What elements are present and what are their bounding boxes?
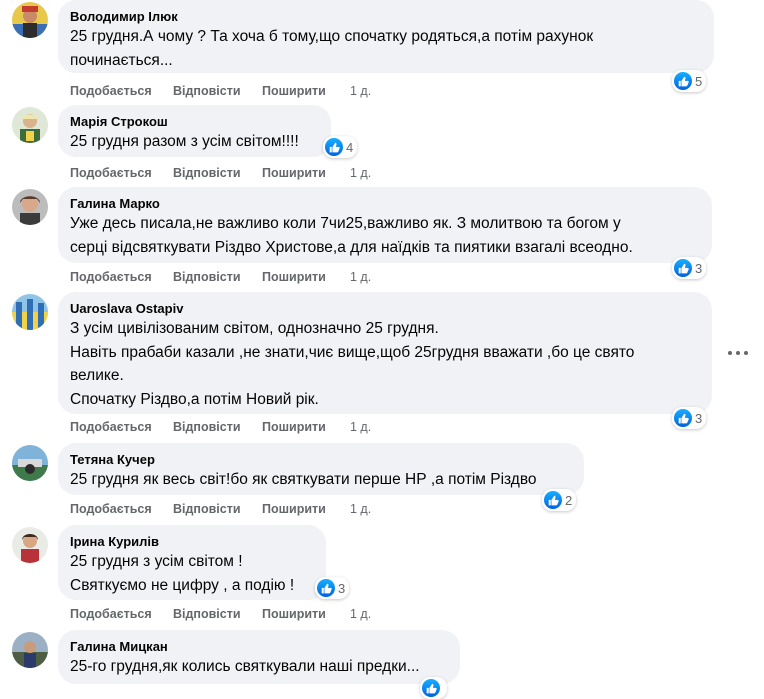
reply-button[interactable]: Відповісти — [173, 502, 262, 516]
comment-bubble: Тетяна Кучер 25 грудня як весь світ!бо я… — [58, 443, 584, 495]
comment-actions: Подобається Відповісти Поширити 1 д. — [70, 84, 371, 98]
comment-timestamp[interactable]: 1 д. — [350, 270, 371, 284]
comment-author[interactable]: Марія Строкош — [70, 113, 319, 130]
comment-text: 25 грудня з усім світом ! Святкуємо не ц… — [70, 553, 295, 594]
reply-button[interactable]: Відповісти — [173, 270, 262, 284]
avatar[interactable] — [12, 527, 48, 563]
comment-timestamp[interactable]: 1 д. — [350, 166, 371, 180]
reply-button[interactable]: Відповісти — [173, 607, 262, 621]
comment-author[interactable]: Володимир Ілюк — [70, 8, 702, 25]
share-button[interactable]: Поширити — [262, 607, 350, 621]
comment-bubble: Галина Мицкан 25-го грудня,як колись свя… — [58, 630, 460, 684]
comment-timestamp[interactable]: 1 д. — [350, 84, 371, 98]
comment-actions: Подобається Відповісти Поширити 1 д. — [70, 502, 371, 516]
reaction-count[interactable]: 4 — [323, 136, 358, 158]
like-button[interactable]: Подобається — [70, 84, 173, 98]
share-button[interactable]: Поширити — [262, 166, 350, 180]
avatar[interactable] — [12, 189, 48, 225]
like-reaction-icon — [674, 409, 692, 427]
like-reaction-icon — [422, 679, 440, 697]
reaction-count[interactable]: 3 — [672, 257, 707, 279]
comment-bubble: Марія Строкош 25 грудня разом з усім сві… — [58, 105, 331, 157]
like-reaction-icon — [325, 138, 343, 156]
avatar[interactable] — [12, 107, 48, 143]
like-button[interactable]: Подобається — [70, 607, 173, 621]
share-button[interactable]: Поширити — [262, 270, 350, 284]
comment-actions: Подобається Відповісти Поширити 1 д. — [70, 166, 371, 180]
comment-author[interactable]: Галина Марко — [70, 195, 700, 212]
comment-text: 25 грудня.А чому ? Та хоча б тому,що спо… — [70, 28, 594, 69]
like-reaction-icon — [317, 579, 335, 597]
like-button[interactable]: Подобається — [70, 166, 173, 180]
more-options-icon[interactable] — [728, 345, 748, 361]
comment-timestamp[interactable]: 1 д. — [350, 607, 371, 621]
comment-author[interactable]: Галина Мицкан — [70, 638, 448, 655]
share-button[interactable]: Поширити — [262, 420, 350, 434]
comment-text: 25 грудня разом з усім світом!!!! — [70, 133, 299, 150]
reaction-count[interactable]: 5 — [672, 70, 707, 92]
comment-text: 25 грудня як весь світ!бо як святкувати … — [70, 471, 537, 488]
share-button[interactable]: Поширити — [262, 84, 350, 98]
like-button[interactable]: Подобається — [70, 502, 173, 516]
reaction-count[interactable]: 3 — [315, 577, 350, 599]
comment-bubble: Ірина Курилів 25 грудня з усім світом ! … — [58, 525, 326, 600]
comment-bubble: Uaroslava Ostapiv З усім цивілізованим с… — [58, 292, 712, 414]
comment-author[interactable]: Тетяна Кучер — [70, 451, 572, 468]
comment-author[interactable]: Uaroslava Ostapiv — [70, 300, 700, 317]
like-reaction-icon — [544, 491, 562, 509]
comment-actions: Подобається Відповісти Поширити 1 д. — [70, 420, 371, 434]
comment-text: 25-го грудня,як колись святкували наші п… — [70, 658, 420, 675]
reaction-count[interactable] — [420, 677, 447, 699]
comment-actions: Подобається Відповісти Поширити 1 д. — [70, 607, 371, 621]
reply-button[interactable]: Відповісти — [173, 420, 262, 434]
avatar[interactable] — [12, 445, 48, 481]
comment-actions: Подобається Відповісти Поширити 1 д. — [70, 270, 371, 284]
avatar[interactable] — [12, 632, 48, 668]
like-reaction-icon — [674, 72, 692, 90]
reaction-count[interactable]: 3 — [672, 407, 707, 429]
reply-button[interactable]: Відповісти — [173, 166, 262, 180]
like-button[interactable]: Подобається — [70, 270, 173, 284]
comment-timestamp[interactable]: 1 д. — [350, 420, 371, 434]
share-button[interactable]: Поширити — [262, 502, 350, 516]
comment-bubble: Галина Марко Уже десь писала,не важливо … — [58, 187, 712, 263]
comment-timestamp[interactable]: 1 д. — [350, 502, 371, 516]
avatar[interactable] — [12, 2, 48, 38]
like-button[interactable]: Подобається — [70, 420, 173, 434]
comment-text: Уже десь писала,не важливо коли 7чи25,ва… — [70, 215, 633, 256]
reaction-count[interactable]: 2 — [542, 489, 577, 511]
like-reaction-icon — [674, 259, 692, 277]
reply-button[interactable]: Відповісти — [173, 84, 262, 98]
comment-bubble: Володимир Ілюк 25 грудня.А чому ? Та хоч… — [58, 0, 714, 73]
comment-text: З усім цивілізованим світом, однозначно … — [70, 320, 635, 408]
comment-author[interactable]: Ірина Курилів — [70, 533, 314, 550]
avatar[interactable] — [12, 294, 48, 330]
